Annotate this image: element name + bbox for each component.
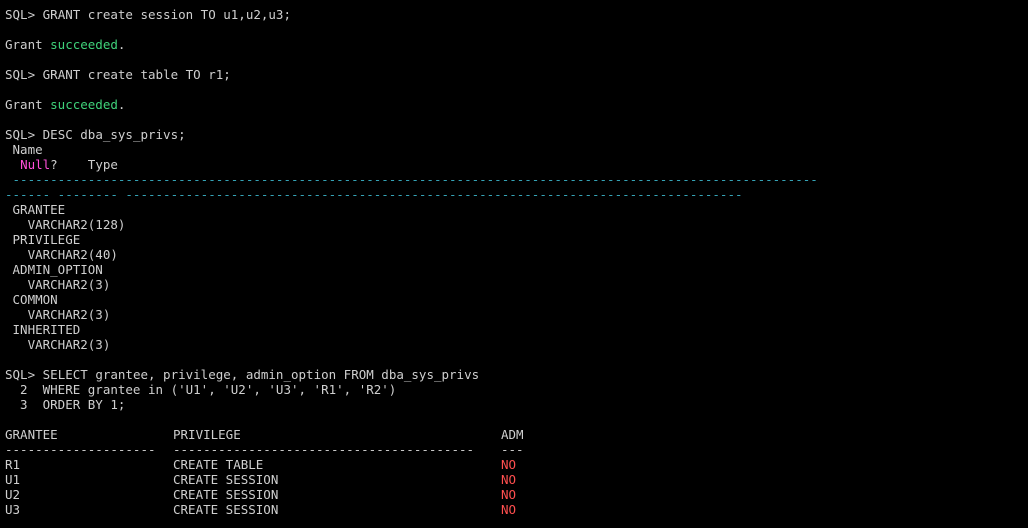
query-line-1: SQL> SELECT grantee, privilege, admin_op…: [5, 367, 1028, 382]
desc-column-type: VARCHAR2(3): [5, 337, 111, 352]
desc-column-type: VARCHAR2(128): [5, 217, 126, 232]
command-text: DESC dba_sys_privs;: [42, 127, 186, 142]
table-row: R1 CREATE TABLE NO: [5, 457, 1028, 472]
cell-privilege: CREATE SESSION: [173, 487, 279, 502]
desc-column-name: COMMON: [5, 292, 58, 307]
period: .: [117, 97, 126, 112]
result-dash-row: -------------------- --------------------…: [5, 442, 1028, 457]
succeeded-text: succeeded: [50, 37, 118, 52]
desc-column-type: VARCHAR2(3): [5, 307, 111, 322]
desc-column-name: ADMIN_OPTION: [5, 262, 103, 277]
desc-header-name: Name: [5, 142, 43, 157]
grant-word: Grant: [5, 97, 51, 112]
cell-adm: NO: [501, 457, 517, 472]
desc-dash-line-1: ----------------------------------------…: [5, 172, 818, 187]
cell-adm: NO: [501, 487, 517, 502]
desc-header-null-type: Null? Type: [5, 157, 1028, 172]
sql-prompt: SQL>: [5, 127, 43, 142]
sql-prompt: SQL>: [5, 7, 43, 22]
result-header-row: GRANTEE PRIVILEGE ADM: [5, 427, 1028, 442]
desc-column-type: VARCHAR2(40): [5, 247, 118, 262]
cell-privilege: CREATE SESSION: [173, 472, 279, 487]
type-header: Type: [57, 157, 118, 172]
desc-column-name: PRIVILEGE: [5, 232, 81, 247]
dash-adm: ---: [501, 442, 524, 457]
terminal-window[interactable]: SQL> GRANT create session TO u1,u2,u3; G…: [0, 0, 1028, 528]
null-keyword: Null: [20, 157, 51, 172]
dash-grantee: --------------------: [5, 442, 156, 457]
header-grantee: GRANTEE: [5, 427, 58, 442]
table-row: U1 CREATE SESSION NO: [5, 472, 1028, 487]
cell-grantee: U3: [5, 502, 21, 517]
cell-privilege: CREATE SESSION: [173, 502, 279, 517]
sql-prompt: SQL>: [5, 67, 43, 82]
cell-grantee: U2: [5, 487, 21, 502]
cell-grantee: R1: [5, 457, 21, 472]
cell-grantee: U1: [5, 472, 21, 487]
desc-dash-line-2: ------ -------- ------------------------…: [5, 187, 743, 202]
sql-prompt: SQL>: [5, 367, 43, 382]
query-text: SELECT grantee, privilege, admin_option …: [42, 367, 480, 382]
grant-result-line: Grant succeeded.: [5, 37, 1028, 52]
grant-result-line: Grant succeeded.: [5, 97, 1028, 112]
header-adm: ADM: [501, 427, 524, 442]
cell-adm: NO: [501, 472, 517, 487]
command-text: GRANT create table TO r1;: [42, 67, 231, 82]
desc-column-name: INHERITED: [5, 322, 81, 337]
header-privilege: PRIVILEGE: [173, 427, 241, 442]
command-line-grant-session: SQL> GRANT create session TO u1,u2,u3;: [5, 7, 1028, 22]
desc-column-type: VARCHAR2(3): [5, 277, 111, 292]
query-line-2: 2 WHERE grantee in ('U1', 'U2', 'U3', 'R…: [5, 382, 397, 397]
command-text: GRANT create session TO u1,u2,u3;: [42, 7, 291, 22]
succeeded-text: succeeded: [50, 97, 118, 112]
dash-privilege: ----------------------------------------: [173, 442, 475, 457]
command-line-desc: SQL> DESC dba_sys_privs;: [5, 127, 1028, 142]
cell-adm: NO: [501, 502, 517, 517]
query-line-3: 3 ORDER BY 1;: [5, 397, 126, 412]
period: .: [117, 37, 126, 52]
cell-privilege: CREATE TABLE: [173, 457, 264, 472]
command-line-grant-table: SQL> GRANT create table TO r1;: [5, 67, 1028, 82]
desc-column-name: GRANTEE: [5, 202, 66, 217]
table-row: U3 CREATE SESSION NO: [5, 502, 1028, 517]
null-question: ?: [50, 157, 58, 172]
table-row: U2 CREATE SESSION NO: [5, 487, 1028, 502]
grant-word: Grant: [5, 37, 51, 52]
